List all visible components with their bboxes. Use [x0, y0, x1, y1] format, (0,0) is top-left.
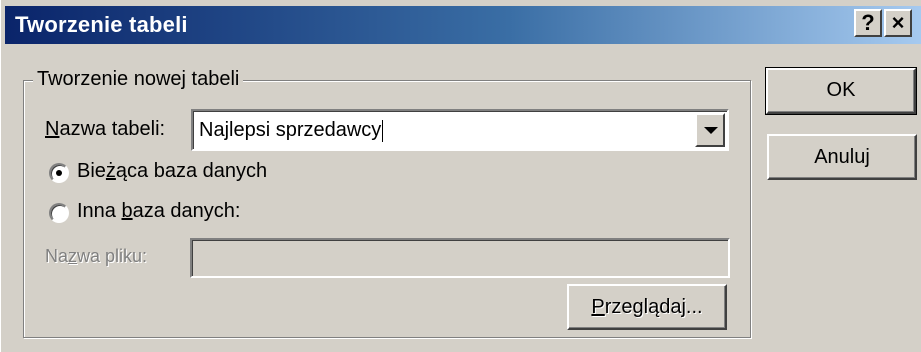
- browse-hotkey: P: [591, 296, 605, 318]
- radio-current-post: ąca baza danych: [115, 160, 268, 182]
- cancel-button[interactable]: Anuluj: [767, 134, 917, 180]
- radio-other-pre: Inna: [77, 200, 122, 222]
- radio-current-database-label[interactable]: Bieżąca baza danych: [77, 160, 267, 183]
- table-name-value: Najlepsi sprzedawcy: [199, 119, 382, 141]
- file-name-label: Nazwa pliku:: [45, 246, 147, 267]
- radio-other-post: aza danych:: [132, 200, 241, 222]
- table-name-combobox[interactable]: Najlepsi sprzedawcy: [191, 109, 729, 151]
- dropdown-button[interactable]: [695, 113, 725, 147]
- dialog-title: Tworzenie tabeli: [15, 12, 188, 37]
- file-name-field[interactable]: [190, 238, 730, 278]
- file-label-post: wa pliku:: [77, 246, 148, 266]
- table-name-input[interactable]: Najlepsi sprzedawcy: [199, 119, 384, 142]
- groupbox-legend: Tworzenie nowej tabeli: [33, 68, 244, 91]
- text-caret: [382, 119, 384, 142]
- radio-other-hotkey: b: [121, 200, 133, 222]
- table-name-label-hotkey: N: [45, 118, 60, 140]
- close-button[interactable]: ×: [884, 9, 912, 37]
- chevron-down-icon: [704, 127, 718, 134]
- radio-current-pre: Bie: [77, 160, 106, 182]
- table-name-label-rest: azwa tabeli:: [59, 118, 166, 140]
- title-bar[interactable]: Tworzenie tabeli ? ×: [5, 6, 921, 44]
- help-button[interactable]: ?: [854, 9, 882, 37]
- file-label-hotkey: z: [68, 246, 78, 266]
- create-table-dialog: Tworzenie tabeli ? × Tworzenie nowej tab…: [0, 0, 921, 352]
- radio-other-database-label[interactable]: Inna baza danych:: [77, 200, 240, 223]
- file-label-pre: Na: [45, 246, 69, 266]
- radio-current-database[interactable]: [49, 163, 69, 183]
- browse-label-rest: rzeglądaj...: [604, 296, 703, 318]
- browse-button[interactable]: Przeglądaj...: [567, 284, 727, 330]
- table-name-label: Nazwa tabeli:: [45, 118, 165, 141]
- radio-selected-dot-icon: [56, 170, 62, 176]
- radio-other-database[interactable]: [49, 203, 69, 223]
- ok-button[interactable]: OK: [765, 67, 917, 115]
- radio-current-hotkey: ż: [105, 160, 116, 182]
